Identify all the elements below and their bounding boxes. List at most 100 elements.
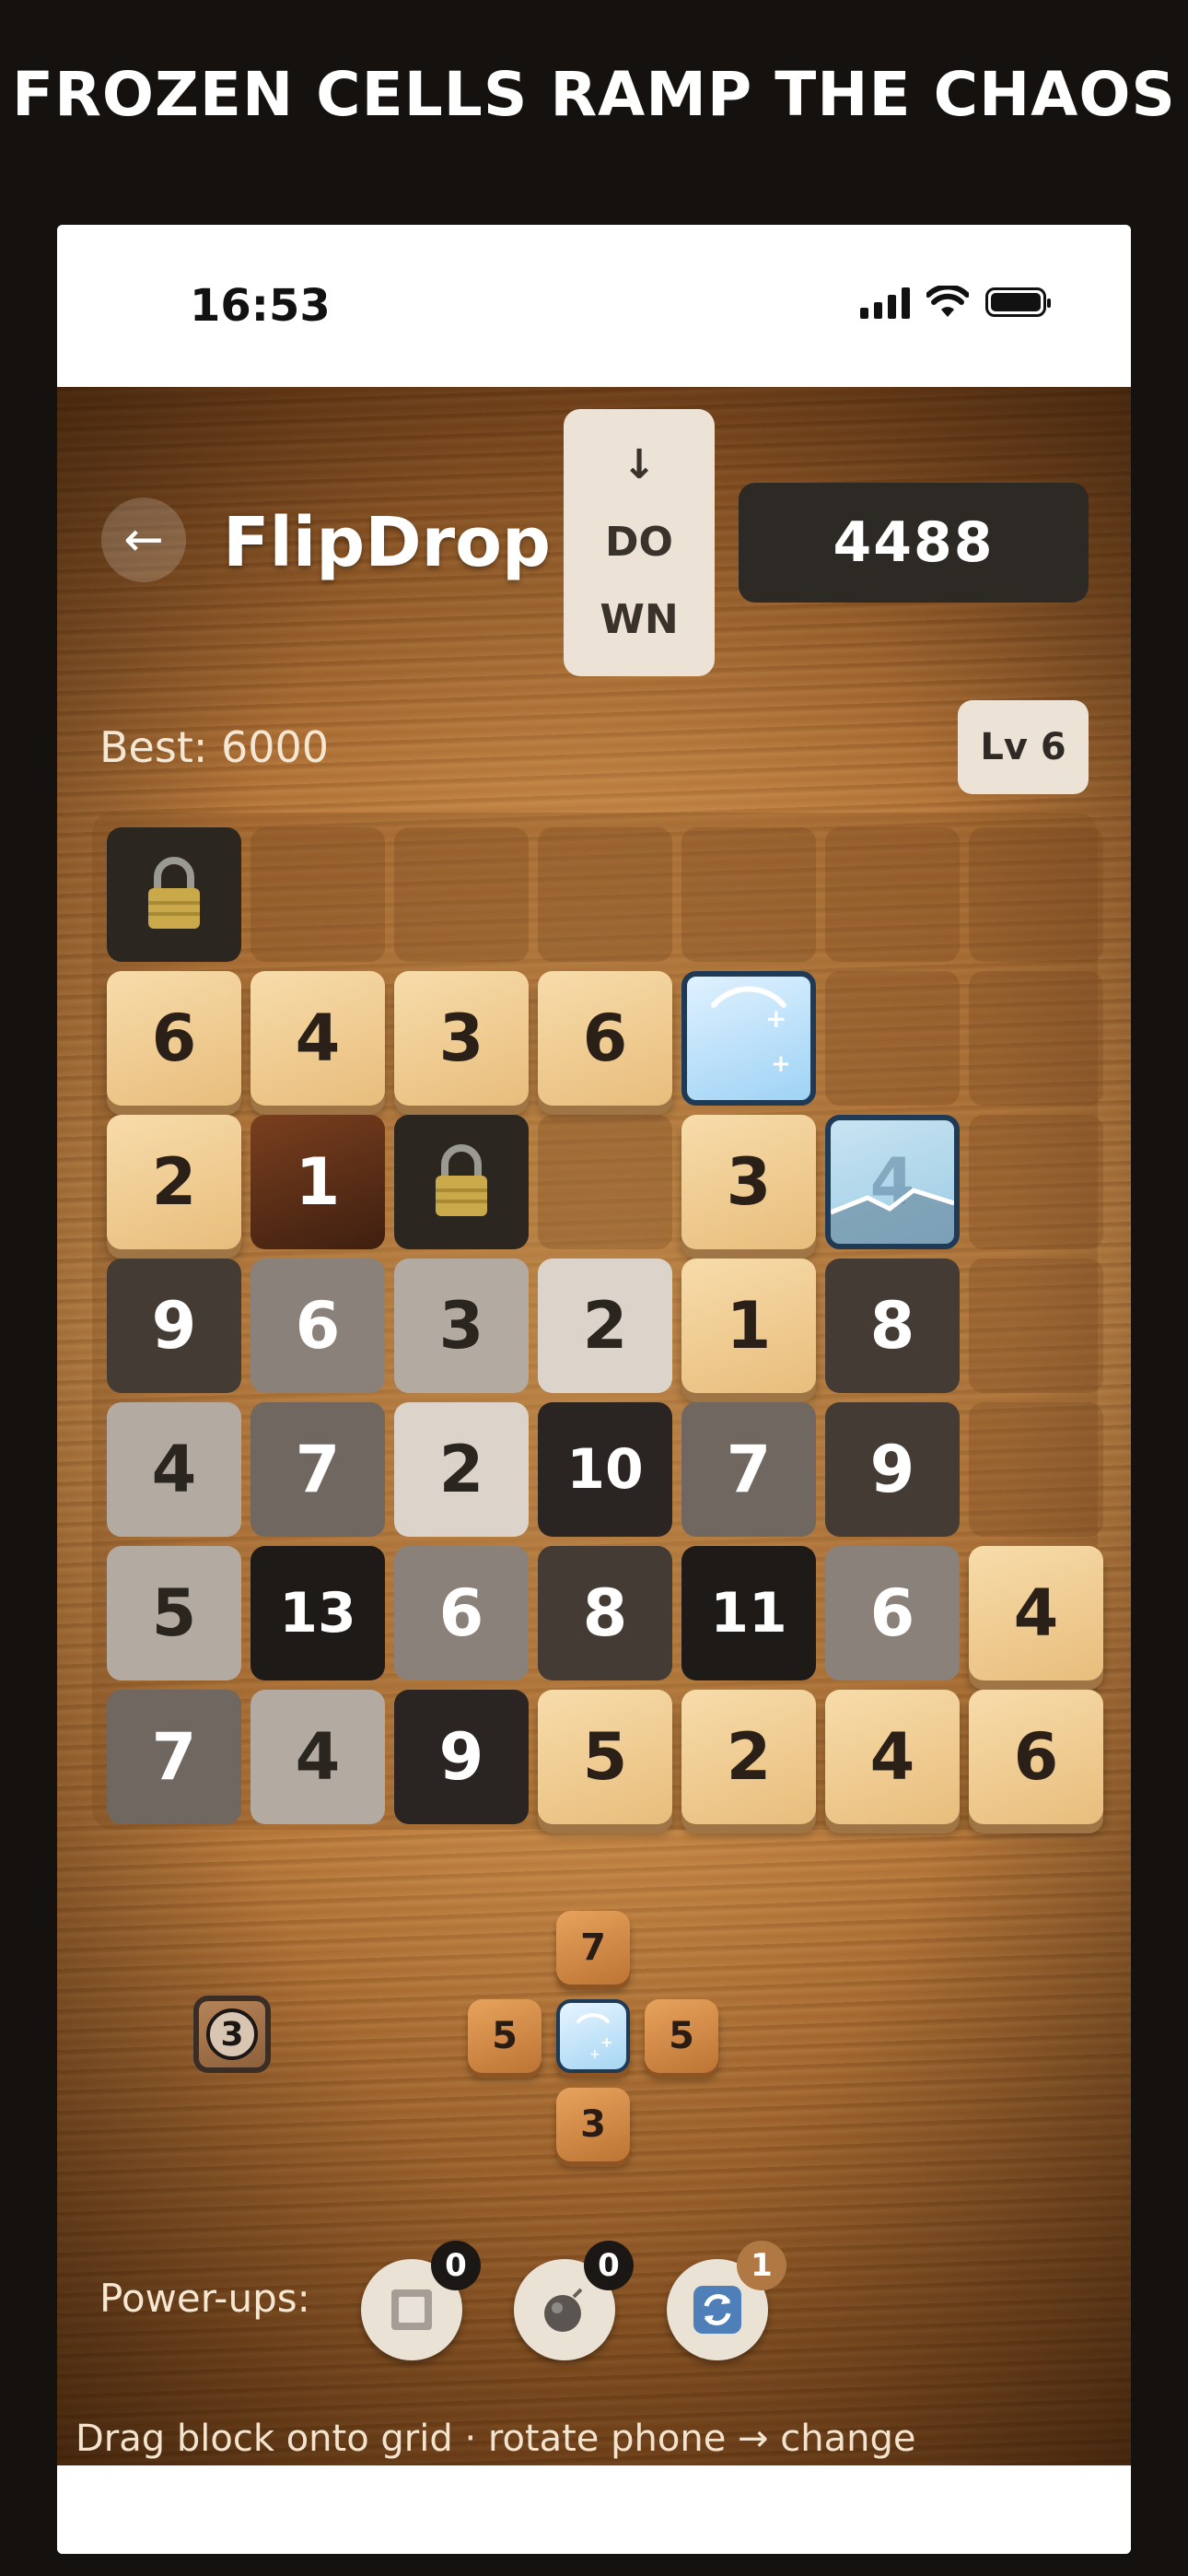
back-button[interactable]: ← — [101, 498, 186, 582]
number-tile[interactable]: 3 — [394, 971, 529, 1106]
tile-value: 11 — [710, 1581, 787, 1645]
rotate-icon — [693, 2286, 741, 2334]
score-display: 4488 — [739, 483, 1089, 603]
next-piece-center[interactable]: + + — [556, 1999, 630, 2073]
number-tile[interactable]: 7 — [250, 1402, 385, 1537]
tile-value: 3 — [438, 1288, 484, 1364]
frozen-counter: 3 — [193, 1996, 271, 2073]
number-tile[interactable]: 9 — [394, 1690, 529, 1824]
number-tile[interactable]: 2 — [538, 1259, 672, 1393]
svg-text:+: + — [600, 2033, 612, 2051]
tile-value: 4 — [151, 1432, 197, 1507]
number-tile[interactable]: 9 — [825, 1402, 960, 1537]
empty-slot[interactable] — [538, 1115, 672, 1249]
game-board[interactable]: 6 4 3 6 + +2 1 3 4 9 6 3 2 1 8 4 7 2 10 7 9 5 13 6 8 11 6 4 7 4 9 5 2 4 6 — [92, 813, 1103, 1830]
number-tile[interactable]: 4 — [107, 1402, 241, 1537]
number-tile[interactable]: 4 — [825, 1690, 960, 1824]
number-tile[interactable]: 11 — [681, 1546, 816, 1680]
number-tile[interactable]: 2 — [394, 1402, 529, 1537]
square-icon — [391, 2289, 432, 2330]
tile-value: 2 — [582, 1288, 628, 1364]
number-tile[interactable]: 13 — [250, 1546, 385, 1680]
empty-slot[interactable] — [969, 1115, 1103, 1249]
number-tile[interactable]: 7 — [681, 1402, 816, 1537]
locked-cell — [394, 1115, 529, 1249]
padlock-icon — [148, 857, 200, 929]
empty-slot[interactable] — [969, 1402, 1103, 1537]
empty-slot[interactable] — [969, 827, 1103, 962]
number-tile[interactable]: 6 — [107, 971, 241, 1106]
empty-slot[interactable] — [394, 827, 529, 962]
locked-cell — [107, 827, 241, 962]
cracked-ice-tile[interactable]: 4 — [825, 1115, 960, 1249]
empty-slot[interactable] — [681, 827, 816, 962]
number-tile[interactable]: 8 — [825, 1259, 960, 1393]
next-piece-bottom[interactable]: 3 — [556, 2088, 630, 2161]
tile-value: 8 — [869, 1288, 915, 1364]
number-tile[interactable]: 4 — [250, 1690, 385, 1824]
powerup-bomb-count: 0 — [584, 2241, 634, 2290]
number-tile[interactable]: 6 — [538, 971, 672, 1106]
tile-value: 4 — [295, 1001, 341, 1076]
next-piece-top[interactable]: 7 — [556, 1911, 630, 1985]
number-tile[interactable]: 3 — [394, 1259, 529, 1393]
number-tile[interactable]: 6 — [394, 1546, 529, 1680]
tile-value: 9 — [151, 1288, 197, 1364]
empty-slot[interactable] — [969, 971, 1103, 1106]
arrow-left-icon: ← — [123, 512, 164, 568]
direction-label-line2: WN — [600, 596, 679, 643]
promo-headline: FROZEN CELLS RAMP THE CHAOS — [12, 59, 1176, 130]
tile-value: 6 — [869, 1575, 915, 1651]
tile-value: 6 — [1013, 1719, 1059, 1795]
number-tile[interactable]: 9 — [107, 1259, 241, 1393]
tile-value: 7 — [726, 1432, 772, 1507]
game-title: FlipDrop — [223, 503, 551, 582]
level-badge: Lv 6 — [958, 700, 1089, 794]
powerup-square-count: 0 — [431, 2241, 481, 2290]
number-tile[interactable]: 1 — [681, 1259, 816, 1393]
tile-value: 5 — [151, 1575, 197, 1651]
number-tile[interactable]: 5 — [538, 1690, 672, 1824]
next-piece-right[interactable]: 5 — [645, 1999, 718, 2073]
number-tile[interactable]: 2 — [681, 1690, 816, 1824]
number-tile[interactable]: 4 — [969, 1546, 1103, 1680]
status-icons — [860, 286, 1051, 319]
empty-slot[interactable] — [969, 1259, 1103, 1393]
number-tile[interactable]: 6 — [825, 1546, 960, 1680]
number-tile[interactable]: 7 — [107, 1690, 241, 1824]
tile-value: 7 — [151, 1719, 197, 1795]
best-score: Best: 6000 — [99, 722, 330, 772]
number-tile[interactable]: 8 — [538, 1546, 672, 1680]
crack-icon — [831, 1188, 954, 1244]
tile-value: 2 — [438, 1432, 484, 1507]
svg-text:+: + — [589, 2047, 600, 2062]
instruction-hint: Drag block onto grid · rotate phone → ch… — [76, 2418, 916, 2460]
number-tile[interactable]: 4 — [250, 971, 385, 1106]
number-tile[interactable]: 6 — [969, 1690, 1103, 1824]
ice-icon: + + — [577, 2013, 612, 2062]
tile-value: 9 — [438, 1719, 484, 1795]
number-tile[interactable]: 6 — [250, 1259, 385, 1393]
tile-value: 2 — [151, 1144, 197, 1220]
tile-value: 10 — [566, 1437, 644, 1502]
number-tile[interactable]: 10 — [538, 1402, 672, 1537]
empty-slot[interactable] — [825, 827, 960, 962]
powerup-rotate-count: 1 — [737, 2241, 786, 2290]
arrow-down-icon: ↓ — [622, 441, 657, 488]
empty-slot[interactable] — [250, 827, 385, 962]
direction-label-line1: DO — [605, 519, 673, 566]
empty-slot[interactable] — [825, 971, 960, 1106]
tile-value: 13 — [279, 1581, 356, 1645]
status-time: 16:53 — [190, 280, 331, 332]
empty-slot[interactable] — [538, 827, 672, 962]
number-tile[interactable]: 2 — [107, 1115, 241, 1249]
number-tile[interactable]: 5 — [107, 1546, 241, 1680]
frozen-cell: + + — [681, 971, 816, 1106]
number-tile[interactable]: 1 — [250, 1115, 385, 1249]
frozen-counter-value: 3 — [206, 2008, 258, 2060]
tile-value: 8 — [582, 1575, 628, 1651]
next-piece-left[interactable]: 5 — [468, 1999, 542, 2073]
number-tile[interactable]: 3 — [681, 1115, 816, 1249]
tile-value: 4 — [295, 1719, 341, 1795]
tile-value: 3 — [726, 1144, 772, 1220]
